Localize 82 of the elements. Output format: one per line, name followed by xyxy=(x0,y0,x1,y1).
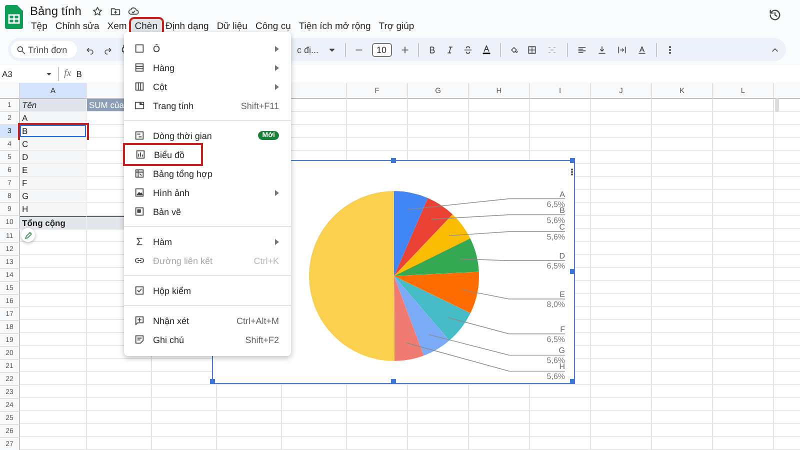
text-wrap-icon[interactable] xyxy=(616,44,628,54)
checkbox-icon xyxy=(134,285,145,296)
timeline-icon xyxy=(134,130,145,141)
note-icon xyxy=(134,334,145,345)
menu-bar-item[interactable]: Xem xyxy=(103,19,131,34)
more-icon[interactable] xyxy=(568,167,576,177)
menu-bar-item[interactable]: Tệp xyxy=(27,19,52,34)
slice-label: F xyxy=(560,324,565,334)
resize-handle[interactable] xyxy=(391,379,396,384)
vertical-align-icon[interactable] xyxy=(596,44,608,54)
search-field[interactable]: Trình đơn xyxy=(11,41,77,58)
slice-value: 5,6% xyxy=(546,232,565,242)
document-title[interactable]: Bảng tính xyxy=(30,4,82,18)
sum-icon xyxy=(134,236,145,247)
table-cell: C xyxy=(20,138,87,151)
slice-label: C xyxy=(559,222,565,232)
folder-icon[interactable] xyxy=(110,6,122,16)
table-cell: Tổng cộng xyxy=(20,216,87,230)
borders-icon[interactable] xyxy=(526,44,537,54)
search-icon xyxy=(16,45,26,55)
history-icon[interactable] xyxy=(768,8,782,22)
menu-bar-item[interactable]: Định dạng xyxy=(162,19,213,34)
function-label: fx xyxy=(64,68,72,79)
shortcut-text: Ctrl+K xyxy=(254,256,279,266)
spreadsheet-logo-icon[interactable] xyxy=(5,5,23,29)
menu-item[interactable]: Cột xyxy=(124,77,291,96)
formula-field[interactable]: B xyxy=(76,68,82,78)
text-color-icon[interactable] xyxy=(480,44,492,55)
font-dropdown[interactable]: c đị... xyxy=(297,44,319,54)
menu-item[interactable]: Hàng xyxy=(124,58,291,77)
table-cell: Tên xyxy=(20,99,87,112)
slice-label: G xyxy=(558,346,565,356)
columns-icon xyxy=(134,81,145,92)
slice-label: E xyxy=(560,290,565,299)
slice-label: A xyxy=(560,190,565,199)
drawing-icon xyxy=(134,206,145,217)
menu-bar-item[interactable]: Công cụ xyxy=(251,19,295,34)
resize-handle[interactable] xyxy=(570,269,575,274)
table-cell: E xyxy=(20,164,87,177)
plus-icon[interactable] xyxy=(400,44,410,54)
slice-value: 5,6% xyxy=(546,216,565,225)
slice-value: 6,5% xyxy=(546,262,565,271)
menu-bar-item[interactable]: Trợ giúp xyxy=(374,19,418,34)
italic-icon[interactable] xyxy=(444,44,455,54)
pivot-table-icon xyxy=(134,168,145,179)
strikethrough-icon[interactable] xyxy=(462,44,473,54)
menu-item[interactable]: Biểu đồ xyxy=(125,145,201,164)
resize-handle[interactable] xyxy=(570,158,575,163)
comment-icon xyxy=(134,315,145,326)
slice-value: 8,0% xyxy=(546,300,565,309)
slice-label: D xyxy=(559,252,565,261)
resize-handle[interactable] xyxy=(391,158,396,163)
resize-handle[interactable] xyxy=(210,379,215,384)
sheet-icon xyxy=(134,100,145,111)
chart-icon xyxy=(135,149,146,160)
fill-color-icon[interactable] xyxy=(508,44,519,54)
image-icon xyxy=(134,187,145,198)
text-rotation-icon[interactable] xyxy=(636,44,648,54)
slice-value: 5,6% xyxy=(546,372,565,382)
table-cell: H xyxy=(20,203,87,216)
cloud-icon[interactable] xyxy=(128,6,140,16)
square-icon xyxy=(134,43,145,54)
resize-handle[interactable] xyxy=(570,379,575,384)
menu-item[interactable]: Ô xyxy=(124,39,291,58)
shortcut-text: Shift+F2 xyxy=(245,334,279,344)
shortcut-text: Ctrl+Alt+M xyxy=(236,316,279,326)
table-cell: B xyxy=(20,125,87,138)
link-icon xyxy=(134,255,145,266)
align-icon[interactable] xyxy=(576,44,588,54)
menu-bar-item[interactable]: Tiện ích mở rộng xyxy=(294,19,375,34)
slice-value: 6,5% xyxy=(546,334,565,344)
shortcut-text: Shift+F11 xyxy=(240,100,279,110)
table-cell: G xyxy=(20,190,87,203)
menu-bar-item[interactable]: Dữ liệu xyxy=(212,19,252,34)
table-cell: D xyxy=(20,151,87,164)
pencil-icon xyxy=(24,230,32,240)
table-cell: F xyxy=(20,177,87,190)
font-size-field[interactable]: 10 xyxy=(372,42,392,56)
name-box[interactable]: A3 xyxy=(2,68,40,78)
star-icon[interactable] xyxy=(92,6,104,16)
menu-bar-item[interactable]: Chỉnh sửa xyxy=(51,19,104,34)
rows-icon xyxy=(134,62,145,73)
